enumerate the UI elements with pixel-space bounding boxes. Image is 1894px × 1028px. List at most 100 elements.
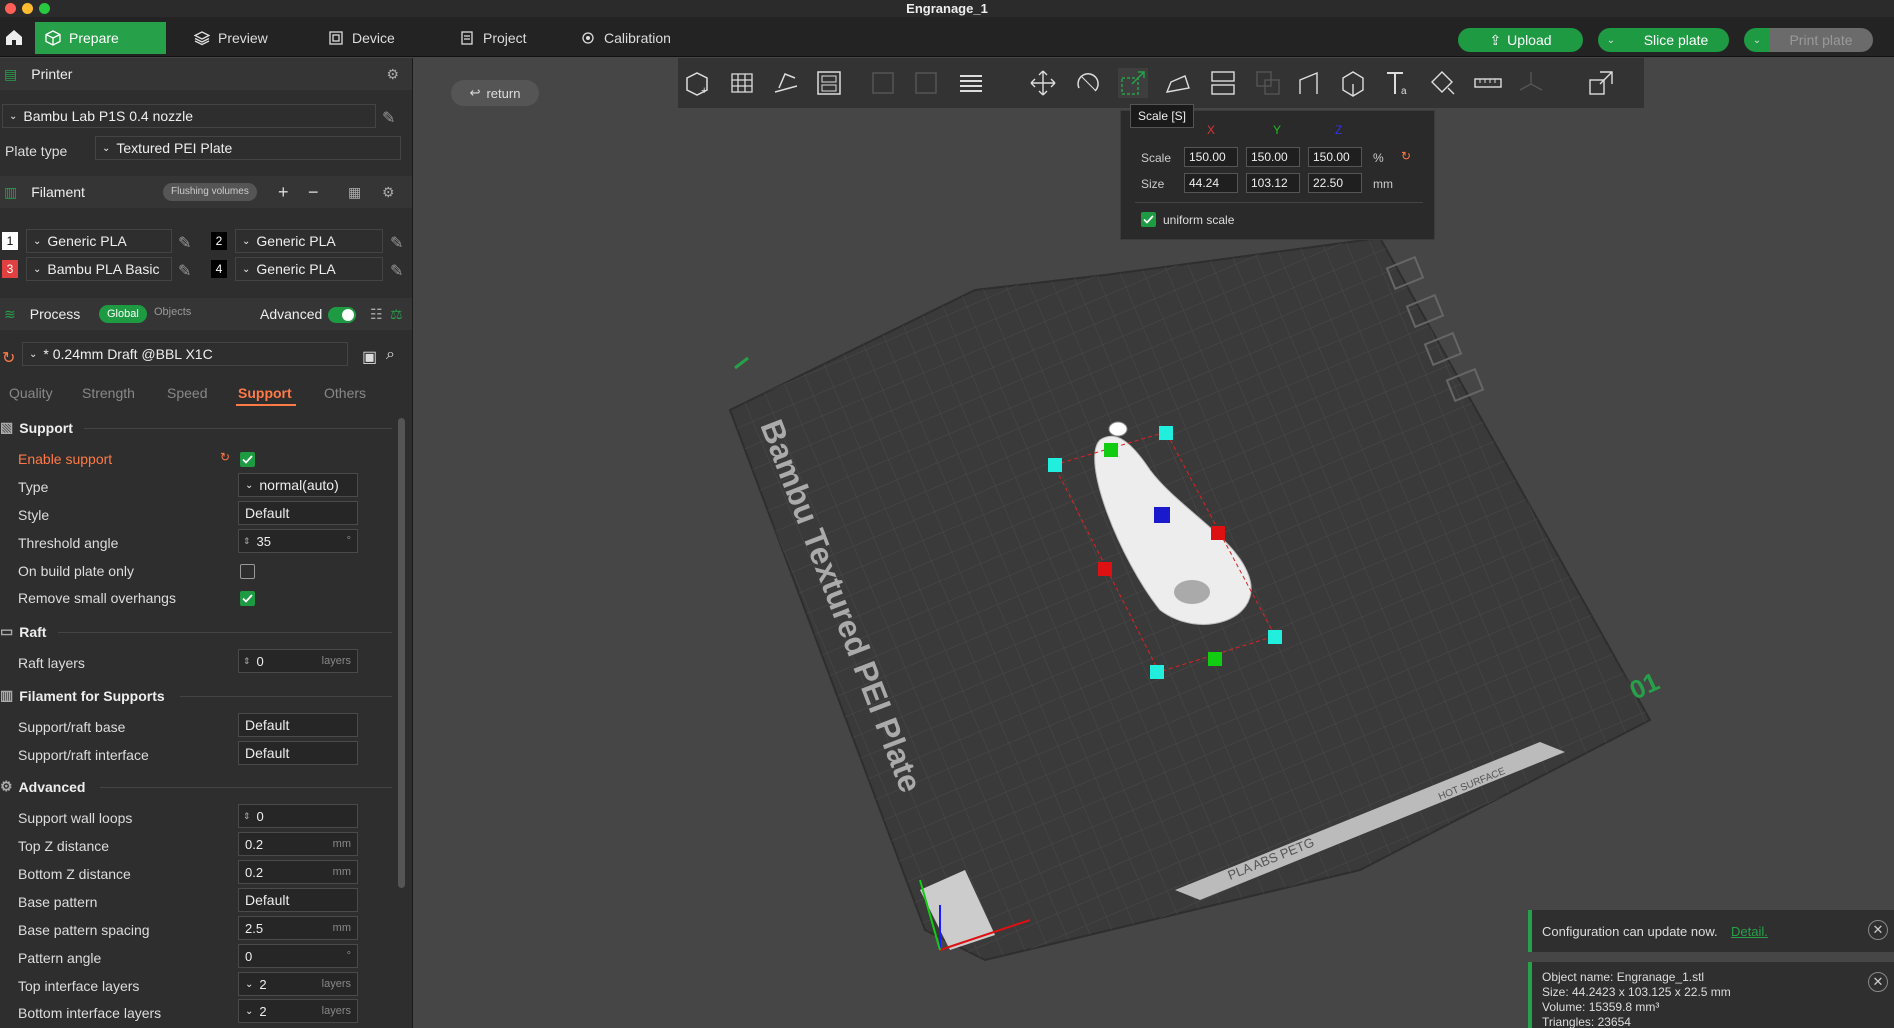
color-paint-icon[interactable] (1428, 68, 1458, 98)
filament-slot-4-edit-icon[interactable]: ✎ (390, 261, 403, 281)
tab-speed[interactable]: Speed (167, 385, 207, 401)
scale-handle-x[interactable] (1211, 526, 1225, 540)
tab-preview[interactable]: Preview (184, 22, 278, 54)
split-objects-icon[interactable] (868, 68, 898, 98)
split-parts-icon[interactable] (911, 68, 941, 98)
filament-settings-gear-icon[interactable]: ⚙ (382, 184, 395, 201)
stepper-icon[interactable]: ⇕ (243, 656, 251, 667)
minimize-window-button[interactable] (22, 3, 33, 14)
base-pattern-select[interactable]: Default (238, 888, 358, 912)
measure-icon[interactable] (1473, 68, 1503, 98)
slice-plate-button[interactable]: Slice plate (1623, 28, 1729, 52)
tab-support[interactable]: Support (238, 385, 292, 401)
preset-reset-icon[interactable]: ↻ (2, 348, 15, 368)
config-update-detail-link[interactable]: Detail. (1731, 924, 1768, 939)
filament-slot-2-select[interactable]: ⌄ Generic PLA (235, 229, 383, 253)
scale-handle-z[interactable] (1154, 507, 1170, 523)
auto-orient-icon[interactable] (771, 68, 801, 98)
zoom-window-button[interactable] (39, 3, 50, 14)
add-object-icon[interactable]: + (683, 68, 713, 98)
tab-prepare[interactable]: Prepare (35, 22, 166, 54)
process-preset-select[interactable]: ⌄ * 0.24mm Draft @BBL X1C (22, 342, 348, 366)
scale-icon[interactable] (1118, 68, 1148, 98)
assembly-view-icon[interactable] (1586, 68, 1616, 98)
rotate-icon[interactable] (1073, 68, 1103, 98)
tab-others[interactable]: Others (324, 385, 366, 401)
scale-handle-x[interactable] (1098, 562, 1112, 576)
support-wall-loops-input[interactable]: ⇕ 0 (238, 804, 358, 828)
settings-scrollbar[interactable] (398, 418, 405, 888)
seam-paint-icon[interactable] (1338, 68, 1368, 98)
printer-edit-icon[interactable]: ✎ (382, 108, 395, 128)
raft-layers-input[interactable]: ⇕ 0 layers (238, 649, 358, 673)
remove-filament-icon[interactable]: − (308, 182, 319, 203)
mesh-boolean-icon[interactable] (1253, 68, 1283, 98)
cut-icon[interactable] (1208, 68, 1238, 98)
base-pattern-spacing-input[interactable]: 2.5 mm (238, 916, 358, 940)
support-style-select[interactable]: Default (238, 501, 358, 525)
tab-strength[interactable]: Strength (82, 385, 135, 401)
support-base-select[interactable]: Default (238, 713, 358, 737)
filament-slot-1-select[interactable]: ⌄ Generic PLA (26, 229, 172, 253)
save-preset-icon[interactable]: ▣ (362, 347, 377, 367)
remove-overhangs-checkbox[interactable] (240, 591, 255, 606)
reset-scale-icon[interactable]: ↻ (1401, 149, 1411, 163)
add-plate-icon[interactable] (728, 68, 758, 98)
print-plate-button[interactable]: Print plate (1769, 28, 1873, 52)
top-z-distance-input[interactable]: 0.2 mm (238, 832, 358, 856)
on-build-plate-checkbox[interactable] (240, 564, 255, 579)
close-icon[interactable]: ✕ (1868, 920, 1888, 940)
size-x-input[interactable]: 44.24 (1184, 173, 1238, 193)
close-icon[interactable]: ✕ (1868, 972, 1888, 992)
lay-on-face-icon[interactable] (1163, 68, 1193, 98)
filament-slot-3-select[interactable]: ⌄ Bambu PLA Basic (26, 257, 172, 281)
support-type-select[interactable]: ⌄ normal(auto) (238, 473, 358, 497)
process-list-icon[interactable]: ☷ (370, 306, 383, 323)
scale-handle-corner[interactable] (1159, 426, 1173, 440)
search-icon[interactable]: ⌕ (386, 346, 395, 364)
top-interface-layers-select[interactable]: ⌄ 2 layers (238, 972, 358, 996)
scale-handle-corner[interactable] (1048, 458, 1062, 472)
scale-handle-corner[interactable] (1150, 665, 1164, 679)
scale-x-input[interactable]: 150.00 (1184, 147, 1238, 167)
bottom-interface-layers-select[interactable]: ⌄ 2 layers (238, 999, 358, 1023)
filament-slot-4-select[interactable]: ⌄ Generic PLA (235, 257, 383, 281)
tab-quality[interactable]: Quality (9, 385, 53, 401)
filament-slot-3-edit-icon[interactable]: ✎ (178, 261, 191, 281)
return-button[interactable]: ↩ return (451, 80, 539, 106)
flushing-volumes-button[interactable]: Flushing volumes (163, 183, 257, 201)
threshold-angle-input[interactable]: ⇕ 35 ° (238, 529, 358, 553)
filament-sync-icon[interactable]: ▦ (348, 184, 361, 201)
plate-edit-icon[interactable] (734, 356, 749, 370)
scale-handle-corner[interactable] (1268, 630, 1282, 644)
text-tool-icon[interactable]: a (1383, 68, 1413, 98)
advanced-toggle-switch[interactable] (328, 307, 356, 323)
assembly-icon[interactable] (1516, 68, 1546, 98)
tab-project[interactable]: Project (449, 22, 537, 54)
process-compare-icon[interactable]: ⚖ (390, 306, 403, 323)
size-y-input[interactable]: 103.12 (1246, 173, 1300, 193)
uniform-scale-checkbox[interactable] (1141, 212, 1156, 227)
tab-device[interactable]: Device (318, 22, 405, 54)
filament-slot-2-edit-icon[interactable]: ✎ (390, 233, 403, 253)
stepper-icon[interactable]: ⇕ (243, 811, 251, 822)
reset-icon[interactable]: ↻ (220, 450, 230, 464)
home-icon[interactable] (4, 27, 24, 47)
arrange-icon[interactable] (814, 68, 844, 98)
support-interface-select[interactable]: Default (238, 741, 358, 765)
printer-settings-gear-icon[interactable]: ⚙ (386, 66, 399, 83)
scale-handle-y[interactable] (1104, 443, 1118, 457)
scale-y-input[interactable]: 150.00 (1246, 147, 1300, 167)
enable-support-checkbox[interactable] (240, 452, 255, 467)
size-z-input[interactable]: 22.50 (1308, 173, 1362, 193)
pattern-angle-input[interactable]: 0 ° (238, 944, 358, 968)
scale-z-input[interactable]: 150.00 (1308, 147, 1362, 167)
upload-button[interactable]: ⇪ Upload (1458, 28, 1583, 52)
plate-type-select[interactable]: ⌄ Textured PEI Plate (95, 136, 401, 160)
move-icon[interactable] (1028, 68, 1058, 98)
process-objects-toggle[interactable]: Objects (154, 306, 191, 318)
bottom-z-distance-input[interactable]: 0.2 mm (238, 860, 358, 884)
close-window-button[interactable] (5, 3, 16, 14)
stepper-icon[interactable]: ⇕ (243, 536, 251, 547)
print-dropdown-button[interactable]: ⌄ (1744, 28, 1770, 52)
